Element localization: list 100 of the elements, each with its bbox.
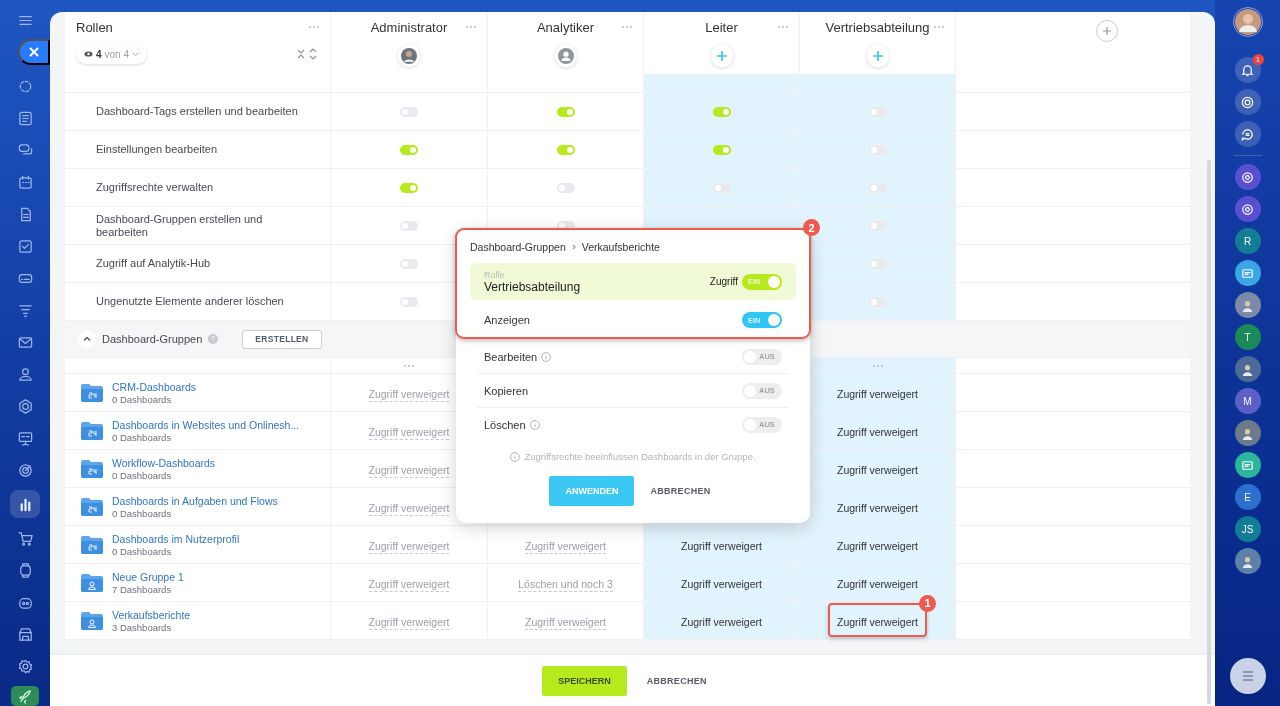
toggle-switch[interactable]	[868, 144, 887, 155]
toggle-switch[interactable]	[400, 144, 418, 155]
avatar[interactable]	[1234, 420, 1261, 446]
right-label: Anzeigen	[484, 314, 530, 326]
avatar[interactable]	[1234, 356, 1261, 382]
toggle-switch[interactable]	[556, 220, 575, 231]
avatar[interactable]	[1234, 548, 1261, 574]
spiral-icon[interactable]	[1234, 89, 1261, 115]
toggle-switch[interactable]	[712, 182, 731, 193]
chart-icon[interactable]	[10, 490, 40, 519]
toggle-switch[interactable]	[712, 106, 731, 117]
right-label: Löschen	[484, 418, 526, 431]
eye-icon	[84, 51, 93, 57]
avatar[interactable]	[1232, 7, 1263, 37]
chat-avatar[interactable]	[1234, 452, 1261, 478]
chat-icon[interactable]	[1234, 121, 1261, 147]
plus-icon	[1102, 26, 1112, 36]
toggle-switch[interactable]	[556, 106, 575, 117]
group-link[interactable]: Verkaufsberichte	[112, 608, 191, 621]
permission-label: Dashboard-Gruppen erstellen und bearbeiten	[96, 212, 264, 239]
plus-icon	[871, 50, 884, 62]
access-link[interactable]: Zugriff verweigert	[525, 615, 606, 630]
cancel-button[interactable]: ABBRECHEN	[640, 674, 713, 687]
group-link[interactable]: Dashboards in Websites und Onlinesh...	[112, 418, 300, 431]
avatar[interactable]	[1234, 292, 1261, 318]
dashboard-count: 0 Dashboards	[112, 431, 173, 443]
chat-avatar[interactable]: T	[1234, 324, 1261, 350]
bell-icon	[1240, 62, 1255, 78]
access-link[interactable]: Zugriff verweigert	[368, 501, 450, 516]
add-button[interactable]	[866, 45, 889, 67]
dashboard-count: 0 Dashboards	[112, 393, 173, 405]
save-button[interactable]: SPEICHERN	[542, 665, 627, 696]
menu-button[interactable]	[1229, 658, 1266, 694]
close-icon	[28, 45, 40, 58]
add-button[interactable]	[710, 45, 733, 67]
access-link[interactable]: Löschen und noch 3	[518, 577, 613, 592]
folder-icon	[80, 458, 104, 479]
dashboard-count: 3 Dashboards	[112, 621, 173, 633]
folder-icon	[80, 572, 104, 593]
permission-label: Dashboard-Tags erstellen und bearbeiten	[96, 105, 298, 118]
dashboard-count: 0 Dashboards	[112, 545, 173, 557]
chat-avatar[interactable]	[1234, 260, 1261, 286]
info-icon	[541, 351, 552, 362]
chat-avatar[interactable]: R	[1234, 228, 1261, 254]
plus-icon	[715, 50, 728, 62]
toggle-switch[interactable]	[868, 182, 887, 193]
toggle-switch[interactable]	[868, 296, 887, 307]
access-label: Zugriff	[709, 276, 738, 287]
group-link[interactable]: Dashboards im Nutzerprofil	[112, 532, 240, 545]
access-link[interactable]: Zugriff verweigert	[368, 615, 450, 630]
access-link[interactable]: Zugriff verweigert	[368, 577, 450, 592]
toggle-switch[interactable]	[712, 144, 731, 155]
toggle-switch[interactable]	[556, 144, 575, 155]
access-link[interactable]: Zugriff verweigert	[368, 539, 450, 554]
filter-button[interactable]: 4 von 4	[76, 44, 148, 64]
chat-avatar[interactable]: JS	[1234, 516, 1261, 542]
column-title: Analytiker	[536, 20, 595, 35]
toggle-switch[interactable]	[400, 182, 418, 193]
chat-avatar[interactable]	[1234, 164, 1261, 190]
access-link[interactable]: Zugriff verweigert	[368, 463, 450, 478]
chat-avatar[interactable]: E	[1234, 484, 1261, 510]
info-icon	[510, 451, 521, 462]
folder-icon	[80, 496, 104, 517]
group-link[interactable]: Neue Gruppe 1	[112, 570, 184, 583]
chat-avatar[interactable]	[1234, 196, 1261, 222]
dashboard-count: 0 Dashboards	[112, 469, 173, 481]
collapse-button[interactable]	[78, 330, 96, 348]
access-link[interactable]: Zugriff verweigert	[525, 539, 606, 554]
permission-label: Zugriff auf Analytik-Hub	[96, 257, 211, 270]
toggle-switch[interactable]	[868, 220, 887, 231]
add-column-button[interactable]	[1096, 20, 1118, 42]
chevron-icon	[132, 51, 140, 57]
role-label: Rolle	[484, 269, 506, 280]
user-icon[interactable]	[554, 45, 577, 67]
access-link[interactable]: Zugriff verweigert	[368, 425, 450, 440]
breadcrumb-item[interactable]: Dashboard-Gruppen	[470, 241, 566, 253]
cancel-button[interactable]: ABBRECHEN	[644, 476, 717, 506]
group-link[interactable]: Dashboards in Aufgaben und Flows	[112, 494, 278, 507]
avatar[interactable]	[398, 45, 420, 67]
group-link[interactable]: CRM-Dashboards	[112, 380, 197, 393]
rocket-icon[interactable]	[11, 686, 39, 706]
right-label: Bearbeiten	[484, 350, 538, 363]
chevron-icon	[83, 335, 91, 343]
chat-avatar[interactable]: M	[1234, 388, 1261, 414]
column-title: Vertriebsabteilung	[825, 20, 930, 35]
column-title: Leiter	[705, 20, 738, 35]
folder-icon	[80, 610, 104, 631]
group-link[interactable]: Workflow-Dashboards	[112, 456, 216, 469]
toggle-switch[interactable]	[868, 106, 887, 117]
close-button[interactable]	[18, 38, 50, 65]
folder-icon	[80, 420, 104, 441]
right-label: Kopieren	[484, 384, 529, 397]
hint-text: Zugriffsrechte beeinflussen Dashboards in der Gruppe.	[524, 451, 756, 462]
create-button[interactable]: ERSTELLEN	[242, 329, 322, 349]
role-name: Vertriebsabteilung	[484, 279, 581, 294]
toggle-switch[interactable]	[868, 258, 887, 269]
access-link[interactable]: Zugriff verweigert	[368, 387, 450, 402]
chevron-icon	[570, 244, 577, 250]
column-title: Administrator	[370, 20, 448, 35]
permission-label: Ungenutzte Elemente anderer löschen	[96, 295, 284, 308]
